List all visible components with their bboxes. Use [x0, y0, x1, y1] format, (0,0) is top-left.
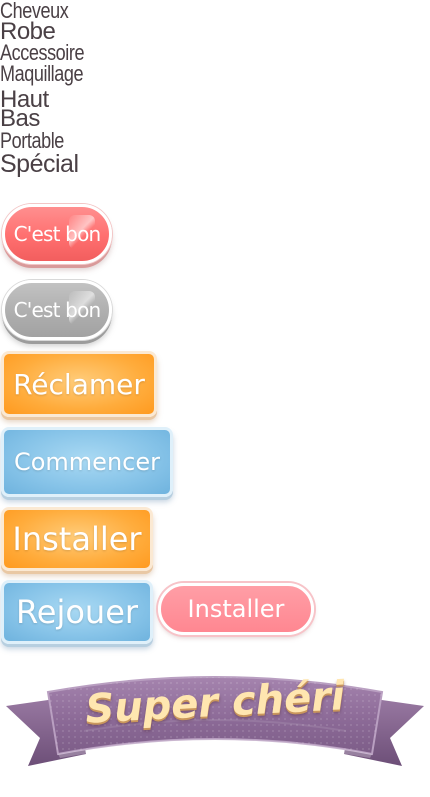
install-button-pink[interactable]: Installer: [158, 583, 314, 635]
category-makeup[interactable]: Maquillage: [0, 63, 84, 85]
shine-decoration: [69, 215, 95, 249]
shine-decoration: [69, 291, 95, 325]
ok-button-red[interactable]: C'est bon: [2, 204, 112, 264]
replay-button[interactable]: Rejouer: [1, 580, 153, 644]
install-button-orange[interactable]: Installer: [1, 507, 153, 571]
category-special[interactable]: Spécial: [0, 152, 79, 177]
start-button-label: Commencer: [13, 448, 160, 476]
replay-button-label: Rejouer: [15, 593, 139, 631]
super-cheri-banner: Super chéri: [0, 668, 430, 778]
claim-button-label: Réclamer: [13, 367, 145, 401]
install-button-label: Installer: [187, 595, 285, 623]
start-button[interactable]: Commencer: [1, 427, 173, 497]
install-button-label: Installer: [12, 520, 142, 558]
ok-button-gray[interactable]: C'est bon: [2, 280, 112, 340]
category-phone[interactable]: Portable: [0, 130, 64, 152]
claim-button[interactable]: Réclamer: [1, 351, 157, 417]
